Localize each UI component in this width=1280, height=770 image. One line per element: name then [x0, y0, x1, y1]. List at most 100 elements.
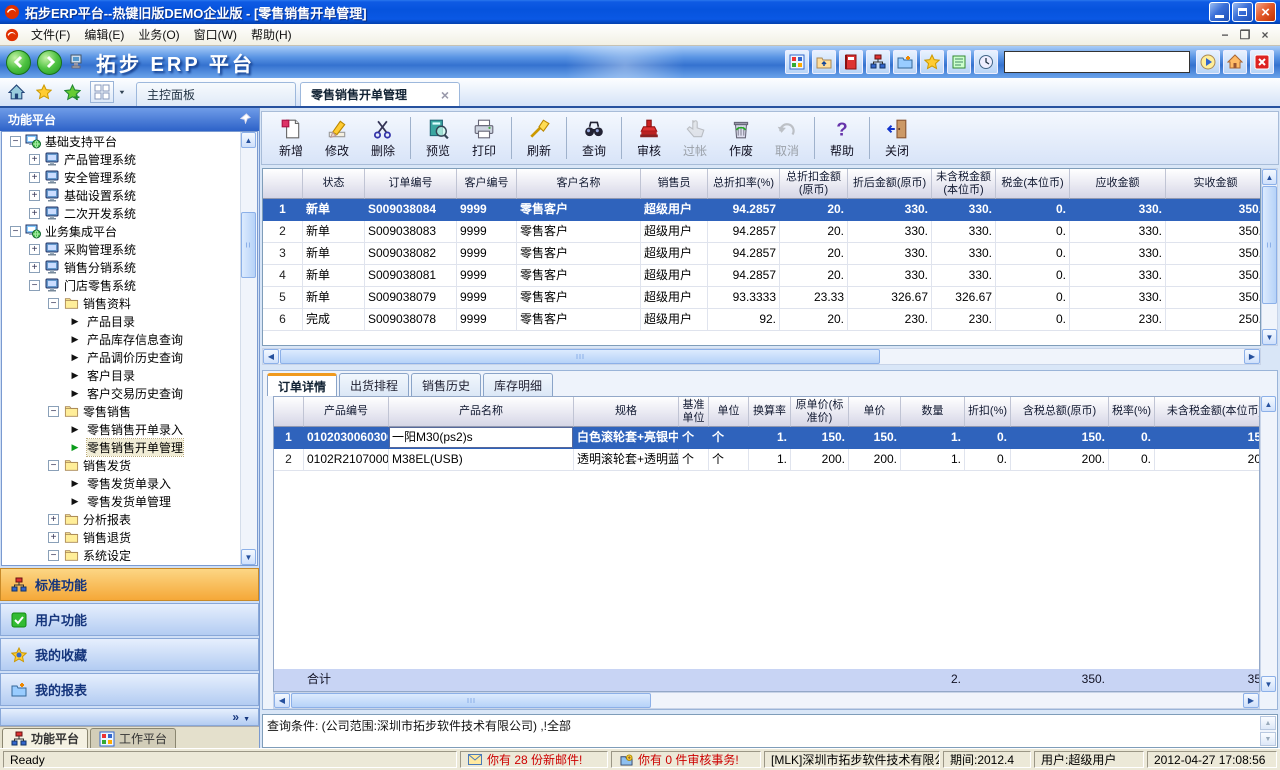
tree-item[interactable]: +基础设置系统 [2, 186, 240, 204]
tree-item[interactable]: +分析报表 [2, 510, 240, 528]
command-input[interactable] [1004, 51, 1190, 73]
nav-button-clock-icon[interactable] [974, 50, 998, 74]
document-tab[interactable]: 零售销售开单管理 [300, 82, 460, 106]
sidebar-bottom-tab[interactable]: 工作平台 [90, 728, 176, 748]
nav-button-favorites-star-icon[interactable] [920, 50, 944, 74]
column-header[interactable]: 状态 [303, 169, 365, 199]
detail-row[interactable]: 20102R21070000M38EL(USB)透明滚轮套+透明蓝个个1.200… [274, 449, 1259, 471]
expand-toggle-icon[interactable]: + [48, 532, 59, 543]
nav-button-exit-icon[interactable] [1250, 50, 1274, 74]
sidebar-bottom-tab[interactable]: 功能平台 [2, 728, 88, 748]
toolbar-button-void-trash-icon[interactable]: 作废 [718, 114, 764, 162]
menu-item[interactable]: 编辑(E) [77, 24, 131, 45]
expand-toggle-icon[interactable]: − [48, 406, 59, 417]
sidebar-panel-4[interactable]: 我的报表 [0, 673, 259, 706]
tree-item[interactable]: +安全管理系统 [2, 168, 240, 186]
toolbar-button-audit-stamp-icon[interactable]: 审核 [626, 114, 672, 162]
detail-horizontal-scrollbar[interactable]: ◀ ▶ [273, 692, 1260, 709]
column-header[interactable]: 客户名称 [517, 169, 641, 199]
nav-button-run-icon[interactable] [1196, 50, 1220, 74]
toolbar-button-search-binoculars-icon[interactable]: 查询 [571, 114, 617, 162]
column-header[interactable]: 应收金额 [1070, 169, 1166, 199]
sidebar-panel-3[interactable]: 我的收藏 [0, 638, 259, 671]
expand-toggle-icon[interactable]: + [48, 514, 59, 525]
tree-item[interactable]: ▶产品调价历史查询 [2, 348, 240, 366]
order-row[interactable]: 2新单S0090380839999零售客户超级用户94.285720.330.3… [263, 221, 1260, 243]
tree-item[interactable]: −基础支持平台 [2, 132, 240, 150]
restore-button[interactable] [1232, 2, 1253, 22]
nav-button-home-orange-icon[interactable] [1223, 50, 1247, 74]
order-row[interactable]: 4新单S0090380819999零售客户超级用户94.285720.330.3… [263, 265, 1260, 287]
tree-item[interactable]: −零售销售 [2, 402, 240, 420]
tree-item[interactable]: −系统设定 [2, 546, 240, 564]
chevron-down-icon[interactable] [116, 81, 128, 103]
column-header[interactable]: 原单价(标准价) [791, 397, 849, 427]
detail-row[interactable]: 10102030060300一阳M30(ps2)s白色滚轮套+亮银中个个1.15… [274, 427, 1259, 449]
column-header[interactable]: 基准单位 [679, 397, 709, 427]
orders-vertical-scrollbar[interactable]: ▲ ▼ [1261, 168, 1278, 346]
menu-item[interactable]: 文件(F) [24, 24, 77, 45]
add-favorite-icon[interactable] [62, 82, 82, 102]
orders-horizontal-scrollbar[interactable]: ◀ ▶ [262, 348, 1261, 365]
column-header[interactable]: 单位 [709, 397, 749, 427]
menu-item[interactable]: 帮助(H) [244, 24, 299, 45]
order-row[interactable]: 3新单S0090380829999零售客户超级用户94.285720.330.3… [263, 243, 1260, 265]
minimize-button[interactable] [1209, 2, 1230, 22]
desktop-icon[interactable] [68, 54, 84, 70]
column-header[interactable]: 销售员 [641, 169, 708, 199]
menu-item[interactable]: 业务(O) [131, 24, 186, 45]
nav-button-address-book-icon[interactable] [839, 50, 863, 74]
column-header[interactable]: 含税总额(原币) [1011, 397, 1109, 427]
tree-item[interactable]: +二次开发系统 [2, 204, 240, 222]
expand-toggle-icon[interactable]: − [10, 226, 21, 237]
nav-button-org-chart-icon[interactable] [866, 50, 890, 74]
tree-item[interactable]: ▶零售销售开单管理 [2, 438, 240, 456]
chevron-down-icon[interactable] [243, 710, 250, 724]
menu-item[interactable]: 窗口(W) [187, 24, 244, 45]
nav-button-notebook-icon[interactable] [947, 50, 971, 74]
toolbar-button-delete-scissors-icon[interactable]: 删除 [360, 114, 406, 162]
tree-item[interactable]: −门店零售系统 [2, 276, 240, 294]
tree-item[interactable]: ▶客户交易历史查询 [2, 384, 240, 402]
expand-toggle-icon[interactable]: + [29, 190, 40, 201]
tree-item[interactable]: ▶产品目录 [2, 312, 240, 330]
sidebar-panel-2[interactable]: 用户功能 [0, 603, 259, 636]
mail-status[interactable]: 你有 28 份新邮件! [460, 751, 608, 768]
column-header[interactable]: 总折扣率(%) [708, 169, 780, 199]
tree-item[interactable]: ▶零售销售开单录入 [2, 420, 240, 438]
column-header[interactable]: 产品编号 [304, 397, 389, 427]
toolbar-button-preview-icon[interactable]: 预览 [415, 114, 461, 162]
expand-toggle-icon[interactable]: − [48, 550, 59, 561]
nav-button-folder-up-icon[interactable] [812, 50, 836, 74]
column-header[interactable]: 实收金额 [1166, 169, 1261, 199]
expand-toggle-icon[interactable]: + [29, 244, 40, 255]
column-header[interactable]: 税率(%) [1109, 397, 1155, 427]
detail-tab[interactable]: 出货排程 [339, 373, 409, 396]
sidebar-panel-1[interactable]: 标准功能 [0, 568, 259, 601]
query-scrollbar[interactable]: ▲▼ [1260, 716, 1276, 746]
column-header[interactable]: 规格 [574, 397, 679, 427]
tree-item[interactable]: −业务集成平台 [2, 222, 240, 240]
window-layout-icon[interactable] [90, 81, 114, 103]
toolbar-button-edit-pencil-icon[interactable]: 修改 [314, 114, 360, 162]
column-header[interactable]: 折后金额(原币) [848, 169, 932, 199]
tree-scrollbar[interactable]: ▲ ▼ [240, 132, 257, 565]
tree-item[interactable]: ▶产品库存信息查询 [2, 330, 240, 348]
mdi-close-icon[interactable]: × [1258, 28, 1272, 42]
column-header[interactable]: 未含税金额(本位币) [932, 169, 996, 199]
order-row[interactable]: 5新单S0090380799999零售客户超级用户93.333323.33326… [263, 287, 1260, 309]
order-row[interactable]: 1新单S0090380849999零售客户超级用户94.285720.330.3… [263, 199, 1260, 221]
expand-toggle-icon[interactable]: − [48, 460, 59, 471]
expand-toggle-icon[interactable]: + [29, 208, 40, 219]
pin-icon[interactable] [240, 113, 251, 127]
column-header[interactable]: 换算率 [749, 397, 791, 427]
tree-item[interactable]: −销售资料 [2, 294, 240, 312]
tree-item[interactable]: +采购管理系统 [2, 240, 240, 258]
document-tab[interactable]: 主控面板 [136, 82, 296, 106]
tree-item[interactable]: −销售发货 [2, 456, 240, 474]
tree-item[interactable]: ▶零售发货单管理 [2, 492, 240, 510]
order-row[interactable]: 6完成S0090380789999零售客户超级用户92.20.230.230.0… [263, 309, 1260, 331]
toolbar-button-refresh-brush-icon[interactable]: 刷新 [516, 114, 562, 162]
detail-vertical-scrollbar[interactable]: ▲ ▼ [1260, 396, 1277, 692]
expand-toggle-icon[interactable]: + [29, 172, 40, 183]
